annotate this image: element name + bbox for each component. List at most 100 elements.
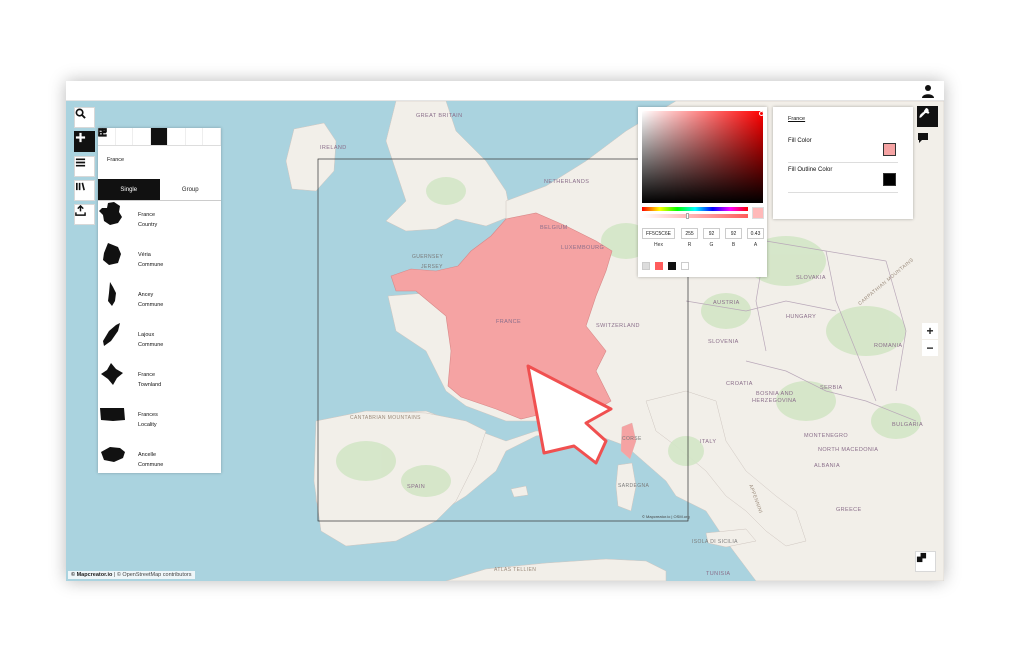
lajoux-shape-icon <box>103 323 120 346</box>
map-canvas[interactable]: IRELAND GREAT BRITAIN NETHERLANDS BELGIU… <box>66 101 944 581</box>
comments-button[interactable] <box>917 132 938 153</box>
map-label: GREAT BRITAIN <box>416 113 463 119</box>
result-name: Lajoux <box>138 332 155 338</box>
alpha-input[interactable]: 0.43 <box>747 228 764 239</box>
list-item[interactable]: Véria Commune <box>98 241 221 281</box>
alpha-label: A <box>753 242 758 248</box>
user-account-button[interactable] <box>920 83 936 99</box>
green-input[interactable]: 92 <box>703 228 720 239</box>
bounding-box-attribution: © Mapcreator.io | OSM.org <box>642 514 690 519</box>
hex-input[interactable]: FF5C5C6E <box>642 228 675 239</box>
style-panel: France Fill Color Fill Outline Color <box>773 107 913 219</box>
map-label: SERBIA <box>820 385 843 391</box>
map-label: SWITZERLAND <box>596 323 640 329</box>
map-label: SLOVENIA <box>708 339 739 345</box>
layer-toolbar <box>98 128 222 146</box>
zoom-in-button[interactable]: + <box>922 323 938 339</box>
saturation-cursor[interactable] <box>759 111 764 116</box>
outline-color-swatch[interactable] <box>883 173 896 186</box>
style-panel-title[interactable]: France <box>788 116 805 122</box>
map-label: ITALY <box>700 439 717 445</box>
hue-slider[interactable] <box>642 207 748 211</box>
red-input[interactable]: 255 <box>681 228 698 239</box>
result-name: France <box>138 372 156 378</box>
tool-text[interactable] <box>98 128 134 145</box>
style-tools-button[interactable] <box>917 106 938 127</box>
attribution-osm[interactable]: | © OpenStreetMap contributors <box>114 572 192 578</box>
green-label: G <box>709 242 714 248</box>
map-label: NORTH MACEDONIA <box>818 447 879 453</box>
veria-shape-icon <box>103 243 121 265</box>
map-label: HERZEGOVINA <box>752 398 797 404</box>
hex-label: Hex <box>654 242 663 248</box>
townland-shape-icon <box>101 363 123 385</box>
map-label: IRELAND <box>320 145 347 151</box>
attribution-brand[interactable]: © Mapcreator.io <box>71 572 112 578</box>
tool-line[interactable] <box>98 128 151 145</box>
fill-color-label: Fill Color <box>788 138 812 144</box>
alpha-slider[interactable] <box>642 213 748 219</box>
result-type: Townland <box>138 382 162 388</box>
map-label: SLOVAKIA <box>796 275 826 281</box>
list-item[interactable]: Lajoux Commune <box>98 321 221 361</box>
locality-shape-icon <box>100 408 125 421</box>
saturation-area[interactable] <box>642 111 764 203</box>
search-query[interactable]: France <box>98 146 221 179</box>
tool-frame[interactable] <box>98 128 186 145</box>
list-item[interactable]: France Townland <box>98 361 221 401</box>
fill-color-swatch[interactable] <box>883 143 896 156</box>
menu-button[interactable] <box>74 156 95 177</box>
map-label: CANTABRIAN MOUNTAINS <box>350 415 421 421</box>
map-label: BULGARIA <box>892 422 924 428</box>
map-label: SARDEGNA <box>618 483 650 489</box>
map-label: NETHERLANDS <box>544 179 590 185</box>
swatch-white[interactable] <box>681 262 689 270</box>
color-preview <box>752 207 764 219</box>
map-label: ATLAS TELLIEN <box>494 567 537 573</box>
library-icon <box>76 182 85 191</box>
map-label: ROMANIA <box>874 343 903 349</box>
minimap-toggle-button[interactable] <box>915 551 936 572</box>
tab-group[interactable]: Group <box>159 179 221 200</box>
tool-polygon[interactable] <box>98 128 169 145</box>
red-label: R <box>687 242 692 248</box>
search-icon <box>75 108 86 119</box>
hamburger-icon <box>75 158 86 167</box>
swatch-transparent[interactable] <box>642 262 650 270</box>
map-label: CORSE <box>622 436 642 442</box>
list-item[interactable]: Frances Locality <box>98 401 221 441</box>
plus-icon <box>75 132 86 143</box>
map-label: TUNISIA <box>706 571 731 577</box>
blue-label: B <box>731 242 736 248</box>
map-label: BELGIUM <box>540 225 568 231</box>
map-label: JERSEY <box>421 264 443 270</box>
user-icon <box>922 85 934 98</box>
search-button[interactable] <box>74 107 95 128</box>
map-label: LUXEMBOURG <box>561 245 605 251</box>
alpha-slider-thumb[interactable] <box>686 213 690 219</box>
result-name: Ancey <box>138 292 154 298</box>
export-button[interactable] <box>74 204 95 225</box>
zoom-out-button[interactable]: − <box>922 340 938 356</box>
france-shape-icon <box>99 202 122 225</box>
result-type: Country <box>138 222 158 228</box>
library-button[interactable] <box>74 180 95 201</box>
add-layer-button[interactable] <box>74 131 95 152</box>
tab-single[interactable]: Single <box>98 179 160 200</box>
tool-layers[interactable] <box>98 128 204 145</box>
map-label: CROATIA <box>726 381 753 387</box>
map-label: SPAIN <box>407 484 426 490</box>
swatch-red[interactable] <box>655 262 663 270</box>
blue-input[interactable]: 92 <box>725 228 742 239</box>
list-item[interactable]: Ancey Commune <box>98 281 221 321</box>
minimap-icon <box>916 552 927 563</box>
list-item[interactable]: Ancelle Commune <box>98 441 221 481</box>
result-type: Commune <box>138 262 164 268</box>
search-results-list: France Country Véria Commune Ancey Commu… <box>98 201 221 481</box>
tool-upload[interactable] <box>98 128 222 145</box>
swatch-black[interactable] <box>668 262 676 270</box>
chat-icon <box>918 133 928 143</box>
list-item[interactable]: France Country <box>98 201 221 241</box>
layer-search-panel: France Single Group France Country Véria… <box>98 128 222 473</box>
map-attribution: © Mapcreator.io | © OpenStreetMap contri… <box>68 571 195 579</box>
